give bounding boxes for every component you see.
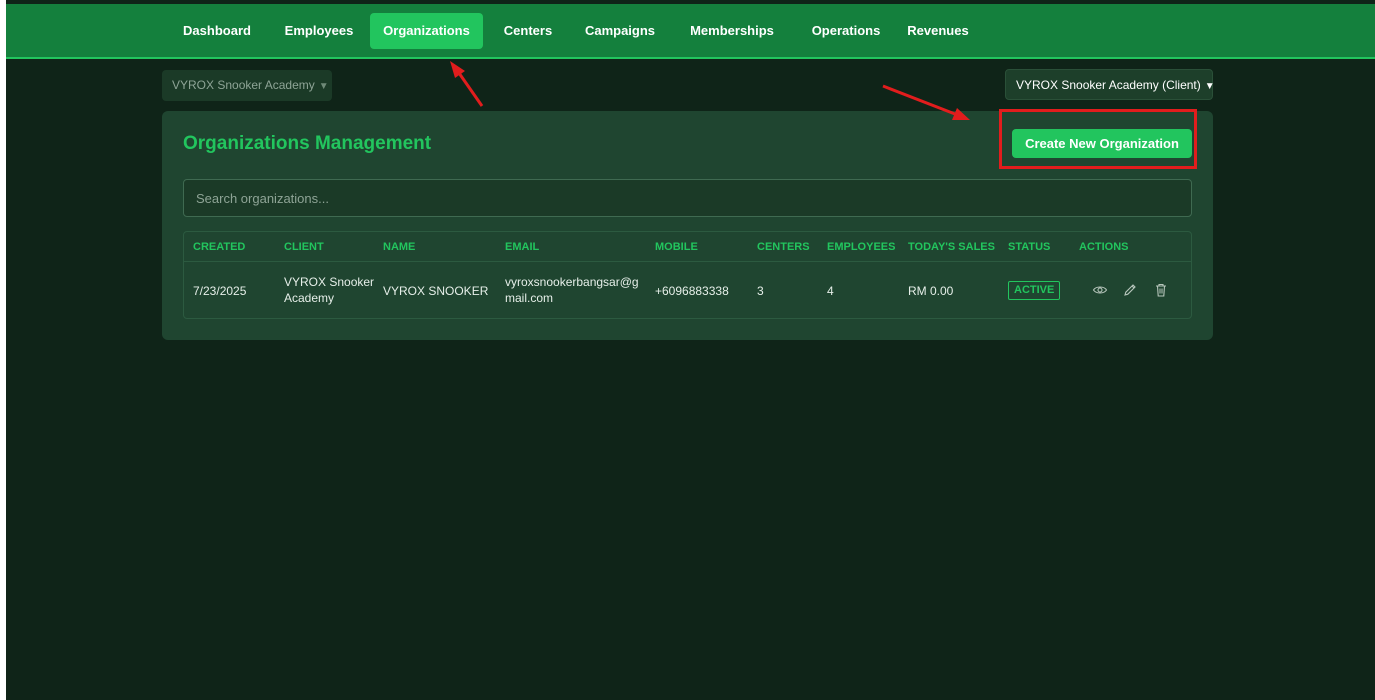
cell-created: 7/23/2025 [193, 284, 247, 298]
header-centers[interactable]: CENTERS [757, 241, 810, 253]
nav-employees[interactable]: Employees [276, 13, 362, 49]
page-title: Organizations Management [183, 133, 432, 154]
annotation-arrows [450, 61, 970, 120]
header-employees[interactable]: EMPLOYEES [827, 241, 895, 253]
cell-todays-sales: RM 0.00 [908, 284, 954, 298]
header-email[interactable]: EMAIL [505, 241, 539, 253]
header-actions: ACTIONS [1079, 241, 1129, 253]
window-edge [0, 0, 6, 700]
cell-email: vyroxsnookerbangsar@g mail.com [505, 274, 639, 306]
organization-selector[interactable]: VYROX Snooker Academy ▼ [162, 70, 332, 101]
cell-client-line2: Academy [284, 291, 335, 305]
header-todays-sales[interactable]: TODAY'S SALES [908, 241, 995, 253]
nav-centers[interactable]: Centers [498, 13, 558, 49]
header-mobile[interactable]: MOBILE [655, 241, 698, 253]
table-row[interactable]: 7/23/2025 VYROX Snooker Academy VYROX SN… [184, 262, 1191, 318]
organizations-card: Organizations Management Create New Orga… [162, 109, 1213, 340]
nav-dashboard[interactable]: Dashboard [176, 13, 258, 49]
nav-campaigns[interactable]: Campaigns [578, 13, 662, 49]
organizations-table: CREATED CLIENT NAME EMAIL MOBILE CENTERS… [183, 231, 1192, 319]
header-created[interactable]: CREATED [193, 241, 245, 253]
header-client[interactable]: CLIENT [284, 241, 324, 253]
table-header: CREATED CLIENT NAME EMAIL MOBILE CENTERS… [184, 232, 1191, 262]
client-selector-value: VYROX Snooker Academy (Client) [1016, 78, 1201, 92]
cell-mobile: +6096883338 [655, 284, 729, 298]
cell-centers: 3 [757, 284, 764, 298]
header-status[interactable]: STATUS [1008, 241, 1050, 253]
nav-operations[interactable]: Operations [806, 13, 886, 49]
nav-revenues[interactable]: Revenues [903, 13, 973, 49]
trash-icon[interactable] [1153, 282, 1169, 298]
create-organization-button[interactable]: Create New Organization [1012, 129, 1192, 158]
pencil-icon[interactable] [1122, 282, 1138, 298]
nav-organizations[interactable]: Organizations [370, 13, 483, 49]
organization-selector-value: VYROX Snooker Academy [172, 78, 315, 92]
arrow-to-organizations-tab [450, 61, 484, 107]
cell-employees: 4 [827, 284, 834, 298]
eye-icon[interactable] [1092, 282, 1108, 298]
top-navbar: Dashboard Employees Organizations Center… [6, 4, 1375, 59]
status-badge: ACTIVE [1008, 281, 1061, 300]
cell-client: VYROX Snooker Academy [284, 274, 374, 306]
client-selector[interactable]: VYROX Snooker Academy (Client) ▼ [1005, 69, 1215, 100]
cell-email-line2: mail.com [505, 291, 554, 305]
caret-down-icon: ▼ [1204, 81, 1215, 92]
caret-down-icon: ▼ [318, 81, 329, 92]
cell-name: VYROX SNOOKER [383, 284, 489, 298]
nav-memberships[interactable]: Memberships [682, 13, 782, 49]
search-input[interactable] [183, 179, 1192, 217]
cell-email-line1: vyroxsnookerbangsar@g [505, 275, 639, 289]
header-name[interactable]: NAME [383, 241, 415, 253]
cell-client-line1: VYROX Snooker [284, 275, 375, 289]
